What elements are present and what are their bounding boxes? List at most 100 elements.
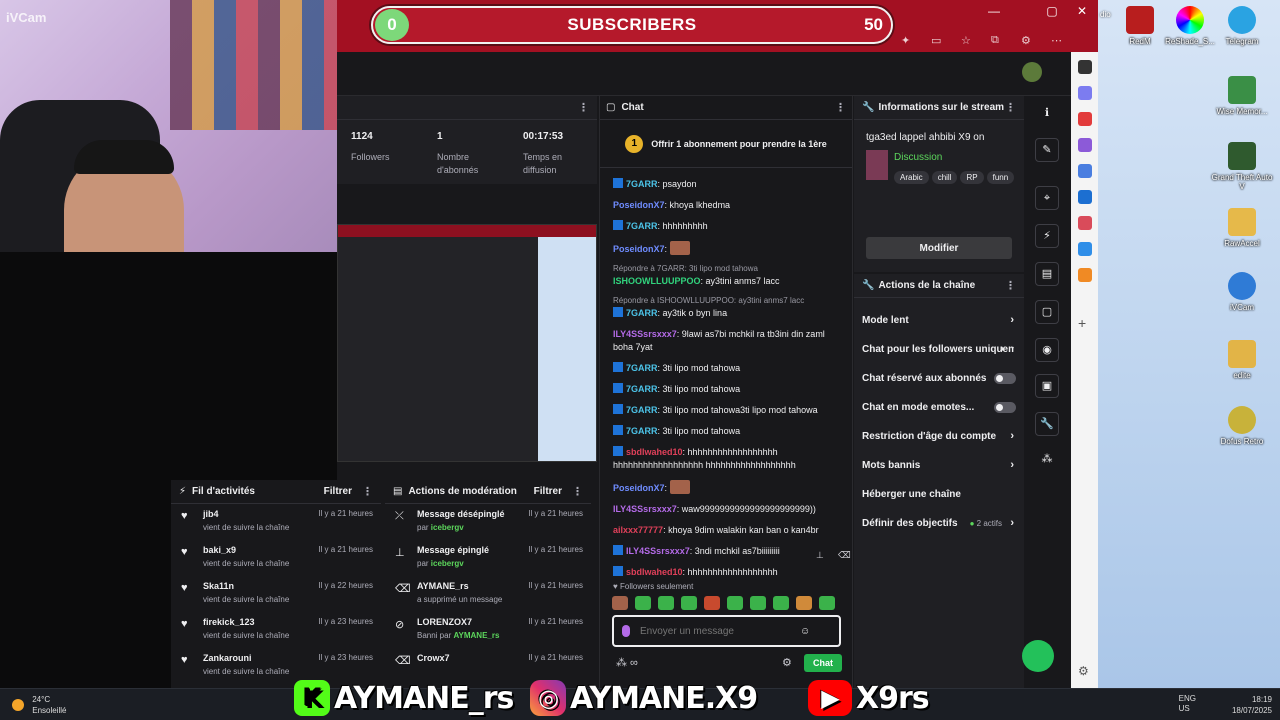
moderation-item[interactable]: ⊥ Message épinglé par icebergv Il y a 21 he…	[385, 540, 591, 576]
favorites-icon[interactable]: ☆	[961, 34, 971, 47]
chat-message[interactable]: 7GARR: 3ti lipo mod tahowa	[613, 362, 844, 375]
settings-icon[interactable]: ⚙	[1078, 664, 1092, 678]
clip-icon[interactable]: ⌖	[1035, 186, 1059, 210]
desktop-icon-dofus[interactable]: Dofus Retro	[1210, 406, 1274, 446]
chat-username[interactable]: ISHOOWLLUUPPOO	[613, 276, 701, 286]
action-followers-only[interactable]: Chat pour les followers uniquement›	[854, 335, 1014, 364]
toggle-switch[interactable]	[994, 402, 1016, 413]
weather-widget[interactable]: 24°C Ensoleillé	[12, 694, 66, 716]
more-icon[interactable]: ⁂	[1035, 448, 1059, 472]
chat-input-box[interactable]: ☺	[612, 615, 841, 647]
chat-username[interactable]: PoseidonX7	[613, 483, 665, 493]
emote[interactable]	[727, 596, 743, 610]
kebab-icon[interactable]: ⋮	[578, 101, 589, 114]
info-icon[interactable]: ℹ	[1035, 102, 1059, 126]
chat-username[interactable]: sbdlwahed10	[626, 447, 683, 457]
moderation-filter-button[interactable]: Filtrer	[534, 486, 562, 497]
tag[interactable]: chill	[931, 171, 958, 184]
games-icon[interactable]	[1078, 138, 1092, 152]
kebab-icon[interactable]: ⋮	[835, 101, 846, 114]
chat-message[interactable]: 7GARR: 3ti lipo mod tahowa	[613, 425, 844, 438]
desktop-icon-rawaccel[interactable]: RawAccel	[1210, 208, 1274, 248]
chat-input[interactable]	[640, 625, 800, 637]
broadcast-icon[interactable]: ◉	[1035, 338, 1059, 362]
chat-username[interactable]: 7GARR	[626, 426, 658, 436]
chat-icon[interactable]: ▢	[1035, 300, 1059, 324]
chat-message[interactable]: 7GARR: 3ti lipo mod tahowa3ti lipo mod t…	[613, 404, 844, 417]
emote[interactable]	[612, 596, 628, 610]
more-icon[interactable]: ⋯	[1051, 34, 1062, 47]
tag[interactable]: funn	[986, 171, 1014, 184]
language-indicator[interactable]: ENG US	[1179, 694, 1196, 714]
desktop-icon-edite[interactable]: edite	[1210, 340, 1274, 380]
action-host-channel[interactable]: Héberger une chaîne	[854, 480, 1024, 509]
emote[interactable]	[773, 596, 789, 610]
chat-message[interactable]: ILY4SSsrsxxx7: 9lawi as7bi mchkil ra tb3…	[613, 328, 844, 354]
close-button[interactable]: ✕	[1067, 4, 1097, 18]
emote-bar[interactable]	[612, 596, 842, 612]
toggle-switch[interactable]	[994, 373, 1016, 384]
chat-username[interactable]: PoseidonX7	[613, 244, 665, 254]
gift-sub-banner[interactable]: 1 Offrir 1 abonnement pour prendre la 1è…	[600, 120, 852, 168]
edit-icon[interactable]: ✎	[1035, 138, 1059, 162]
kebab-icon[interactable]: ⋮	[572, 485, 583, 498]
activity-filter-button[interactable]: Filtrer	[324, 486, 352, 497]
chat-username[interactable]: 7GARR	[626, 179, 658, 189]
chat-message[interactable]: PoseidonX7:	[613, 241, 844, 256]
desktop-icon-wise[interactable]: Wise Memor...	[1210, 76, 1274, 116]
support-headset-icon[interactable]	[1022, 640, 1054, 672]
action-age-restriction[interactable]: Restriction d'âge du compte ›	[854, 422, 1024, 451]
add-icon[interactable]: +	[1078, 316, 1092, 330]
chat-send-button[interactable]: Chat	[804, 654, 842, 672]
wrench-icon[interactable]: 🔧	[1035, 412, 1059, 436]
desktop-icon-telegram[interactable]: Telegram	[1210, 6, 1274, 46]
stream-preview[interactable]	[337, 224, 597, 462]
chat-message[interactable]: PoseidonX7: khoya lkhedma	[613, 199, 844, 212]
emote[interactable]	[750, 596, 766, 610]
moderation-item[interactable]: ⌫ AYMANE_rs a supprimé un message Il y a 2…	[385, 576, 591, 612]
chat-username[interactable]: 7GARR	[626, 363, 658, 373]
mic-icon[interactable]	[622, 625, 630, 637]
chat-messages[interactable]: 7GARR: psaydon PoseidonX7: khoya lkhedma 7…	[600, 178, 854, 588]
modify-button[interactable]: Modifier	[866, 237, 1012, 259]
app-icon[interactable]	[1078, 268, 1092, 282]
kebab-icon[interactable]: ⋮	[362, 485, 373, 498]
chat-message[interactable]: ILY4SSsrsxxx7: waw9999999999999999999999…	[613, 503, 844, 516]
emote[interactable]	[704, 596, 720, 610]
chat-message[interactable]: PoseidonX7:	[613, 480, 844, 495]
activity-item[interactable]: ♥ firekick_123 vient de suivre la chaîne Il…	[171, 612, 381, 648]
settings-icon[interactable]: ⚙	[782, 656, 792, 669]
chat-username[interactable]: 7GARR	[626, 384, 658, 394]
action-emote-only[interactable]: Chat en mode emotes...	[854, 393, 1024, 422]
chat-username[interactable]: ILY4SSsrsxxx7	[626, 546, 690, 556]
kebab-icon[interactable]: ⋮	[1005, 101, 1016, 114]
clock[interactable]: 18:19 18/07/2025	[1232, 694, 1272, 716]
chat-username[interactable]: 7GARR	[626, 405, 658, 415]
kebab-icon[interactable]: ⋮	[1005, 279, 1016, 292]
emote[interactable]	[796, 596, 812, 610]
collections-icon[interactable]: ⧉	[991, 34, 999, 47]
shopping-icon[interactable]	[1078, 164, 1092, 178]
action-sub-only[interactable]: Chat réservé aux abonnés	[854, 364, 1024, 393]
chat-message[interactable]: ailxxx77777: khoya 9dim walakin kan ban …	[613, 524, 844, 537]
tools-icon[interactable]	[1078, 112, 1092, 126]
maximize-button[interactable]: ▢	[1037, 4, 1067, 18]
chat-message[interactable]: ILY4SSsrsxxx7: 3ndi mchkil as7biiiiiiiii	[613, 545, 844, 558]
chat-message[interactable]: 7GARR: ay3tik o byn lina	[613, 307, 844, 320]
emote[interactable]	[819, 596, 835, 610]
chat-username[interactable]: sbdlwahed10	[626, 567, 683, 577]
action-slow-mode[interactable]: Mode lent ›	[854, 306, 1024, 335]
chat-message[interactable]: 7GARR: psaydon	[613, 178, 844, 191]
moderation-item[interactable]: ⊘ LORENZOX7 Banni par AYMANE_rs Il y a 21 h…	[385, 612, 591, 648]
chat-username[interactable]: ILY4SSsrsxxx7	[613, 504, 677, 514]
activity-item[interactable]: ♥ Ska11n vient de suivre la chaîne Il y a 2…	[171, 576, 381, 612]
copilot-icon[interactable]	[1078, 86, 1092, 100]
chat-username[interactable]: PoseidonX7	[613, 200, 665, 210]
desktop-icon-ivcam[interactable]: iVCam	[1210, 272, 1274, 312]
emoji-icon[interactable]: ☺	[800, 626, 810, 637]
activity-item[interactable]: ♥ jib4 vient de suivre la chaîne Il y a 21 …	[171, 504, 381, 540]
mod-view-icon[interactable]: ▣	[1035, 374, 1059, 398]
tag[interactable]: Arabic	[894, 171, 929, 184]
user-avatar[interactable]	[1022, 62, 1042, 82]
pin-message-icon[interactable]: ⊥	[816, 550, 824, 561]
